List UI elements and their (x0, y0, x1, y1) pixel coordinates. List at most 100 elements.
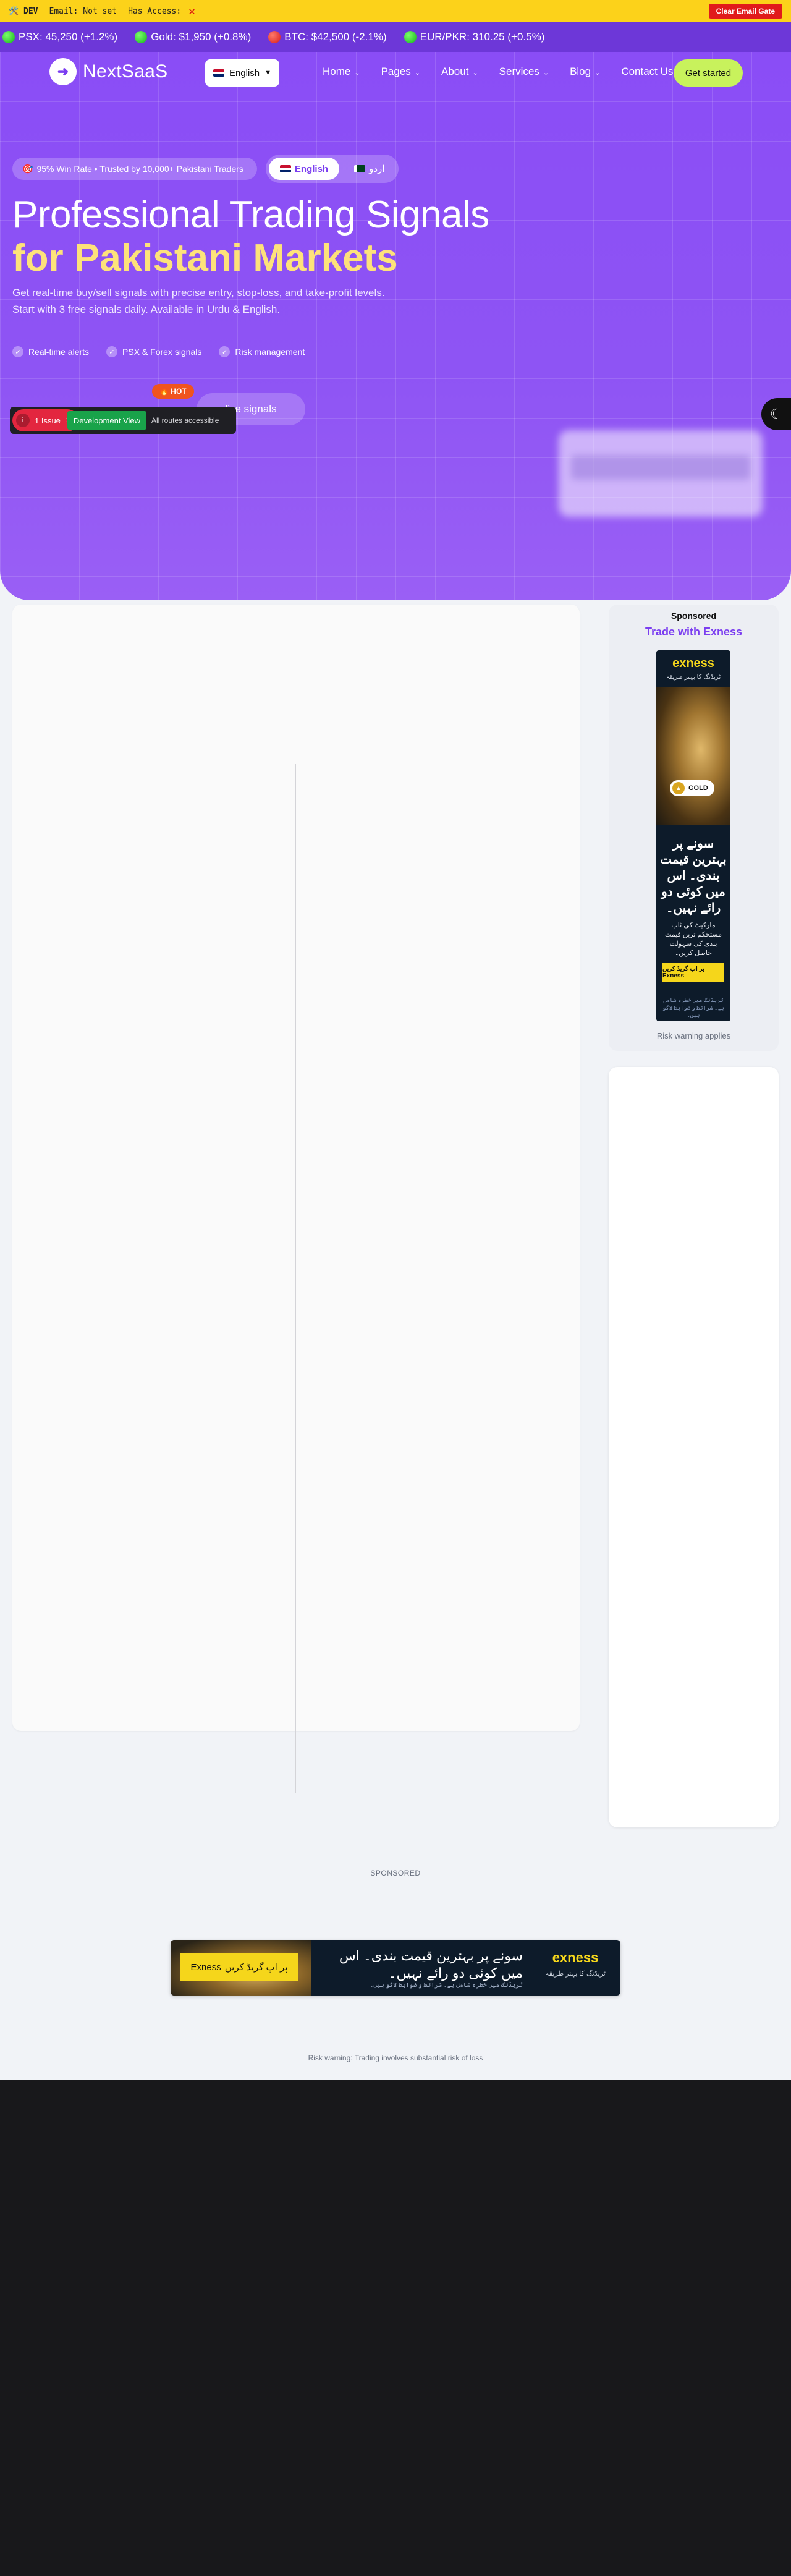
access-denied-icon: ✕ (188, 4, 196, 18)
signal-preview-card (559, 430, 763, 517)
ad-disclaimer: ٹریڈنگ میں خطرہ شامل ہے۔ شرائط و ضوابط ل… (662, 997, 724, 1018)
signal-preview-content (571, 455, 750, 480)
nav-item-services[interactable]: Services ⌄ (499, 66, 549, 78)
nav-item-about[interactable]: About ⌄ (441, 66, 478, 78)
ticker-item-gold: Gold: $1,950 (+0.8%) (135, 31, 251, 43)
logo-text: NextSaaS (83, 61, 168, 82)
nav-item-contact[interactable]: Contact Us (621, 66, 673, 78)
get-started-button[interactable]: Get started (674, 59, 743, 87)
routes-status: All routes accessible (151, 416, 219, 425)
dev-access-status: Has Access: (128, 6, 182, 16)
trend-up-icon (135, 31, 148, 43)
gold-badge: ▲ GOLD (670, 780, 714, 796)
feature-label: PSX & Forex signals (122, 347, 202, 357)
info-icon: i (16, 414, 30, 427)
chevron-down-icon: ⌄ (472, 69, 478, 77)
content-divider (295, 764, 296, 1793)
gold-icon: ▲ (672, 782, 685, 794)
ad-headline: سونے پر بہترین قیمت بندی۔ اس میں کوئی دو… (660, 837, 727, 915)
dev-toolbar: 🛠️ DEV Email: Not set Has Access: ✕ Clea… (0, 0, 791, 22)
nav-item-pages[interactable]: Pages ⌄ (381, 66, 420, 78)
chevron-down-icon: ▼ (264, 69, 272, 77)
dev-issues-panel: i 1 Issue ✕ Development View All routes … (10, 407, 236, 434)
ticker-item-psx: PSX: 45,250 (+1.2%) (2, 31, 117, 43)
dev-mode-badge: Development View (67, 411, 146, 430)
clear-email-gate-button[interactable]: Clear Email Gate (708, 4, 782, 19)
hero-subtitle: Get real-time buy/sell signals with prec… (12, 287, 385, 315)
check-icon: ✓ (12, 346, 23, 357)
nav-item-home[interactable]: Home ⌄ (323, 66, 360, 78)
trend-up-icon (2, 31, 15, 43)
uk-flag-icon (213, 69, 224, 77)
ticker-label: PSX: 45,250 (+1.2%) (19, 31, 118, 43)
toggle-urdu[interactable]: اردو (343, 158, 396, 180)
ad-title[interactable]: Trade with Exness (609, 626, 779, 639)
issues-label: 1 Issue (35, 415, 61, 425)
moon-icon[interactable]: ☾ (761, 398, 791, 430)
ticker-label: EUR/PKR: 310.25 (+0.5%) (420, 31, 545, 43)
banner-cta-label: پر اپ گریڈ کریں (224, 1962, 288, 1973)
nav-item-label: Blog (570, 66, 591, 77)
check-icon: ✓ (106, 346, 118, 357)
feature-label: Risk management (235, 347, 305, 357)
toggle-english-label: English (294, 163, 329, 174)
feature-item: ✓ Real-time alerts (12, 346, 89, 357)
banner-cta-brand: Exness (190, 1962, 221, 1973)
sidebar-ad-slot (609, 1067, 779, 1827)
hero-title-line1: Professional Trading Signals (12, 193, 489, 236)
arrow-right-icon: ➜ (49, 58, 77, 85)
exness-logo: exness (552, 1950, 599, 1965)
risk-warning-footer: Risk warning: Trading involves substanti… (308, 2054, 483, 2062)
trust-badge: 🎯 95% Win Rate • Trusted by 10,000+ Paki… (12, 158, 257, 180)
nav-item-label: Home (323, 66, 351, 77)
feature-item: ✓ PSX & Forex signals (106, 346, 201, 357)
exness-logo: exness (672, 657, 714, 670)
banner-disclaimer: ٹریڈنگ میں خطرہ شامل ہے۔ شرائط و ضوابط ل… (370, 1982, 523, 1989)
toggle-urdu-label: اردو (369, 164, 385, 174)
ad-cta-button[interactable]: پر اپ گریڈ کریں Exness (662, 963, 724, 982)
banner-cta-button[interactable]: Exness پر اپ گریڈ کریں (180, 1953, 298, 1981)
site-footer (0, 2080, 791, 2576)
site-logo[interactable]: ➜ NextSaaS (49, 58, 167, 85)
toggle-english[interactable]: English (268, 158, 340, 180)
sidebar-ad-card: Sponsored Trade with Exness exness ٹریڈن… (609, 605, 779, 1051)
trust-badge-text: 95% Win Rate • Trusted by 10,000+ Pakist… (36, 164, 243, 174)
pk-flag-icon (354, 165, 366, 172)
nav-item-label: Services (499, 66, 539, 77)
dev-email-status: Email: Not set (49, 6, 117, 16)
hero-features: ✓ Real-time alerts ✓ PSX & Forex signals ✓… (12, 346, 305, 357)
language-select-value: English (229, 67, 260, 79)
banner-headline: سونے پر بہترین قیمت بندی۔ اس میں کوئی دو… (339, 1948, 523, 1981)
ad-body: مارکیٹ کی ٹاپ مستحکم ترین قیمت بندی کی س… (665, 922, 722, 957)
sponsored-label: SPONSORED (370, 1869, 421, 1877)
language-select[interactable]: English ▼ (205, 59, 279, 87)
feature-label: Real-time alerts (28, 347, 90, 357)
risk-warning: Risk warning applies (656, 1031, 731, 1040)
nav-item-label: About (441, 66, 469, 77)
gold-image (656, 687, 730, 825)
chevron-down-icon: ⌄ (594, 69, 601, 77)
main-navigation: ➜ NextSaaS English ▼ Home ⌄ Pages ⌄ About ⌄… (0, 52, 791, 91)
market-ticker: PSX: 45,250 (+1.2%) Gold: $1,950 (+0.8%)… (0, 22, 791, 52)
sponsored-label: Sponsored (670, 611, 717, 621)
exness-banner-ad[interactable]: Exness پر اپ گریڈ کریں سونے پر بہترین قی… (171, 1940, 620, 1996)
trend-up-icon (404, 31, 417, 43)
main-content-card (12, 605, 580, 1731)
exness-skyscraper-ad[interactable]: exness ٹریڈنگ کا بہتر طریقہ ▲ GOLD سونے پ… (656, 650, 730, 1021)
chevron-down-icon: ⌄ (354, 69, 360, 77)
nav-menu: Home ⌄ Pages ⌄ About ⌄ Services ⌄ Blog ⌄ Cont… (323, 66, 673, 78)
uk-flag-icon (279, 165, 291, 172)
exness-tagline: ٹریڈنگ کا بہتر طریقہ (666, 674, 721, 681)
nav-item-blog[interactable]: Blog ⌄ (570, 66, 600, 78)
chevron-down-icon: ⌄ (543, 69, 549, 77)
hero-title-line2: for Pakistani Markets (12, 237, 398, 279)
ticker-item-eurpkr: EUR/PKR: 310.25 (+0.5%) (404, 31, 545, 43)
target-icon: 🎯 (22, 163, 33, 174)
language-toggle: English اردو (265, 155, 399, 183)
dev-tag: 🛠️ DEV (9, 6, 38, 16)
hero-badge-row: 🎯 95% Win Rate • Trusted by 10,000+ Paki… (12, 155, 399, 183)
ticker-item-btc: BTC: $42,500 (-2.1%) (268, 31, 387, 43)
ticker-label: Gold: $1,950 (+0.8%) (151, 31, 252, 43)
hot-badge: 🔥 HOT (152, 384, 194, 399)
ticker-label: BTC: $42,500 (-2.1%) (284, 31, 387, 43)
